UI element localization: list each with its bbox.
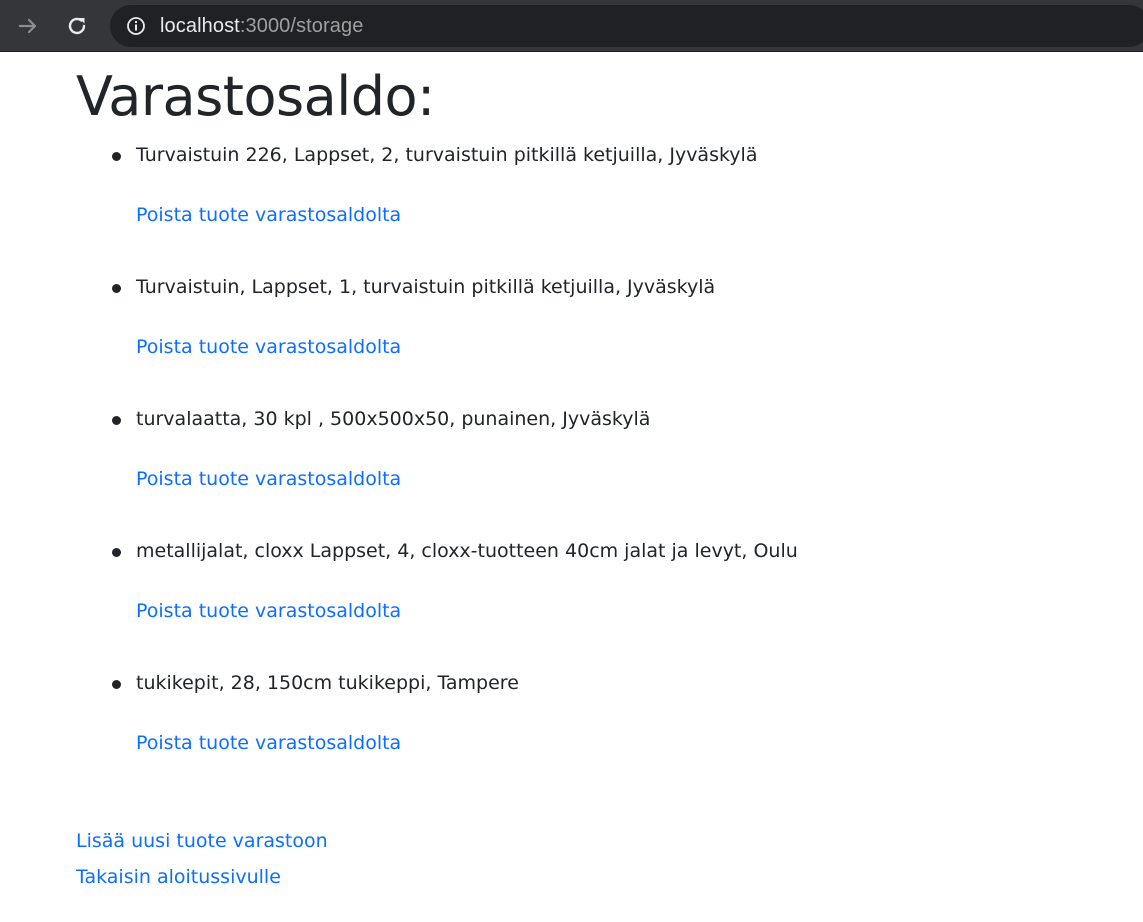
bullet-icon bbox=[112, 416, 121, 425]
url-path: :3000/storage bbox=[239, 14, 364, 37]
list-item: Turvaistuin 226, Lappset, 2, turvaistuin… bbox=[0, 135, 1000, 255]
page-content: Varastosaldo: Turvaistuin 226, Lappset, … bbox=[0, 53, 1143, 922]
list-item: Turvaistuin, Lappset, 1, turvaistuin pit… bbox=[0, 267, 1000, 387]
item-text: turvalaatta, 30 kpl , 500x500x50, punain… bbox=[136, 408, 651, 430]
item-text: metallijalat, cloxx Lappset, 4, cloxx-tu… bbox=[136, 540, 798, 562]
address-bar[interactable]: localhost:3000/storage bbox=[110, 5, 1143, 47]
add-product-link[interactable]: Lisää uusi tuote varastoon bbox=[76, 825, 328, 857]
remove-item-link[interactable]: Poista tuote varastosaldolta bbox=[136, 199, 401, 231]
bullet-icon bbox=[112, 548, 121, 557]
back-to-home-link[interactable]: Takaisin aloitussivulle bbox=[76, 861, 281, 893]
list-item: turvalaatta, 30 kpl , 500x500x50, punain… bbox=[0, 399, 1000, 519]
forward-button[interactable] bbox=[10, 8, 46, 44]
item-text: Turvaistuin, Lappset, 1, turvaistuin pit… bbox=[136, 276, 716, 298]
remove-item-link[interactable]: Poista tuote varastosaldolta bbox=[136, 331, 401, 363]
remove-item-link[interactable]: Poista tuote varastosaldolta bbox=[136, 463, 401, 495]
url-host: localhost bbox=[160, 14, 240, 37]
url-text: localhost:3000/storage bbox=[160, 15, 363, 38]
bullet-icon bbox=[112, 680, 121, 689]
forward-arrow-icon bbox=[18, 18, 37, 34]
reload-button[interactable] bbox=[59, 8, 95, 44]
item-text: tukikepit, 28, 150cm tukikeppi, Tampere bbox=[136, 672, 519, 694]
info-icon[interactable] bbox=[126, 16, 146, 36]
bullet-icon bbox=[112, 284, 121, 293]
page-title: Varastosaldo: bbox=[76, 65, 435, 128]
remove-item-link[interactable]: Poista tuote varastosaldolta bbox=[136, 595, 401, 627]
bullet-icon bbox=[112, 152, 121, 161]
list-item: tukikepit, 28, 150cm tukikeppi, Tampere … bbox=[0, 663, 1000, 783]
browser-toolbar: localhost:3000/storage bbox=[0, 0, 1143, 52]
item-text: Turvaistuin 226, Lappset, 2, turvaistuin… bbox=[136, 144, 758, 166]
list-item: metallijalat, cloxx Lappset, 4, cloxx-tu… bbox=[0, 531, 1000, 651]
reload-icon bbox=[68, 17, 86, 35]
remove-item-link[interactable]: Poista tuote varastosaldolta bbox=[136, 727, 401, 759]
